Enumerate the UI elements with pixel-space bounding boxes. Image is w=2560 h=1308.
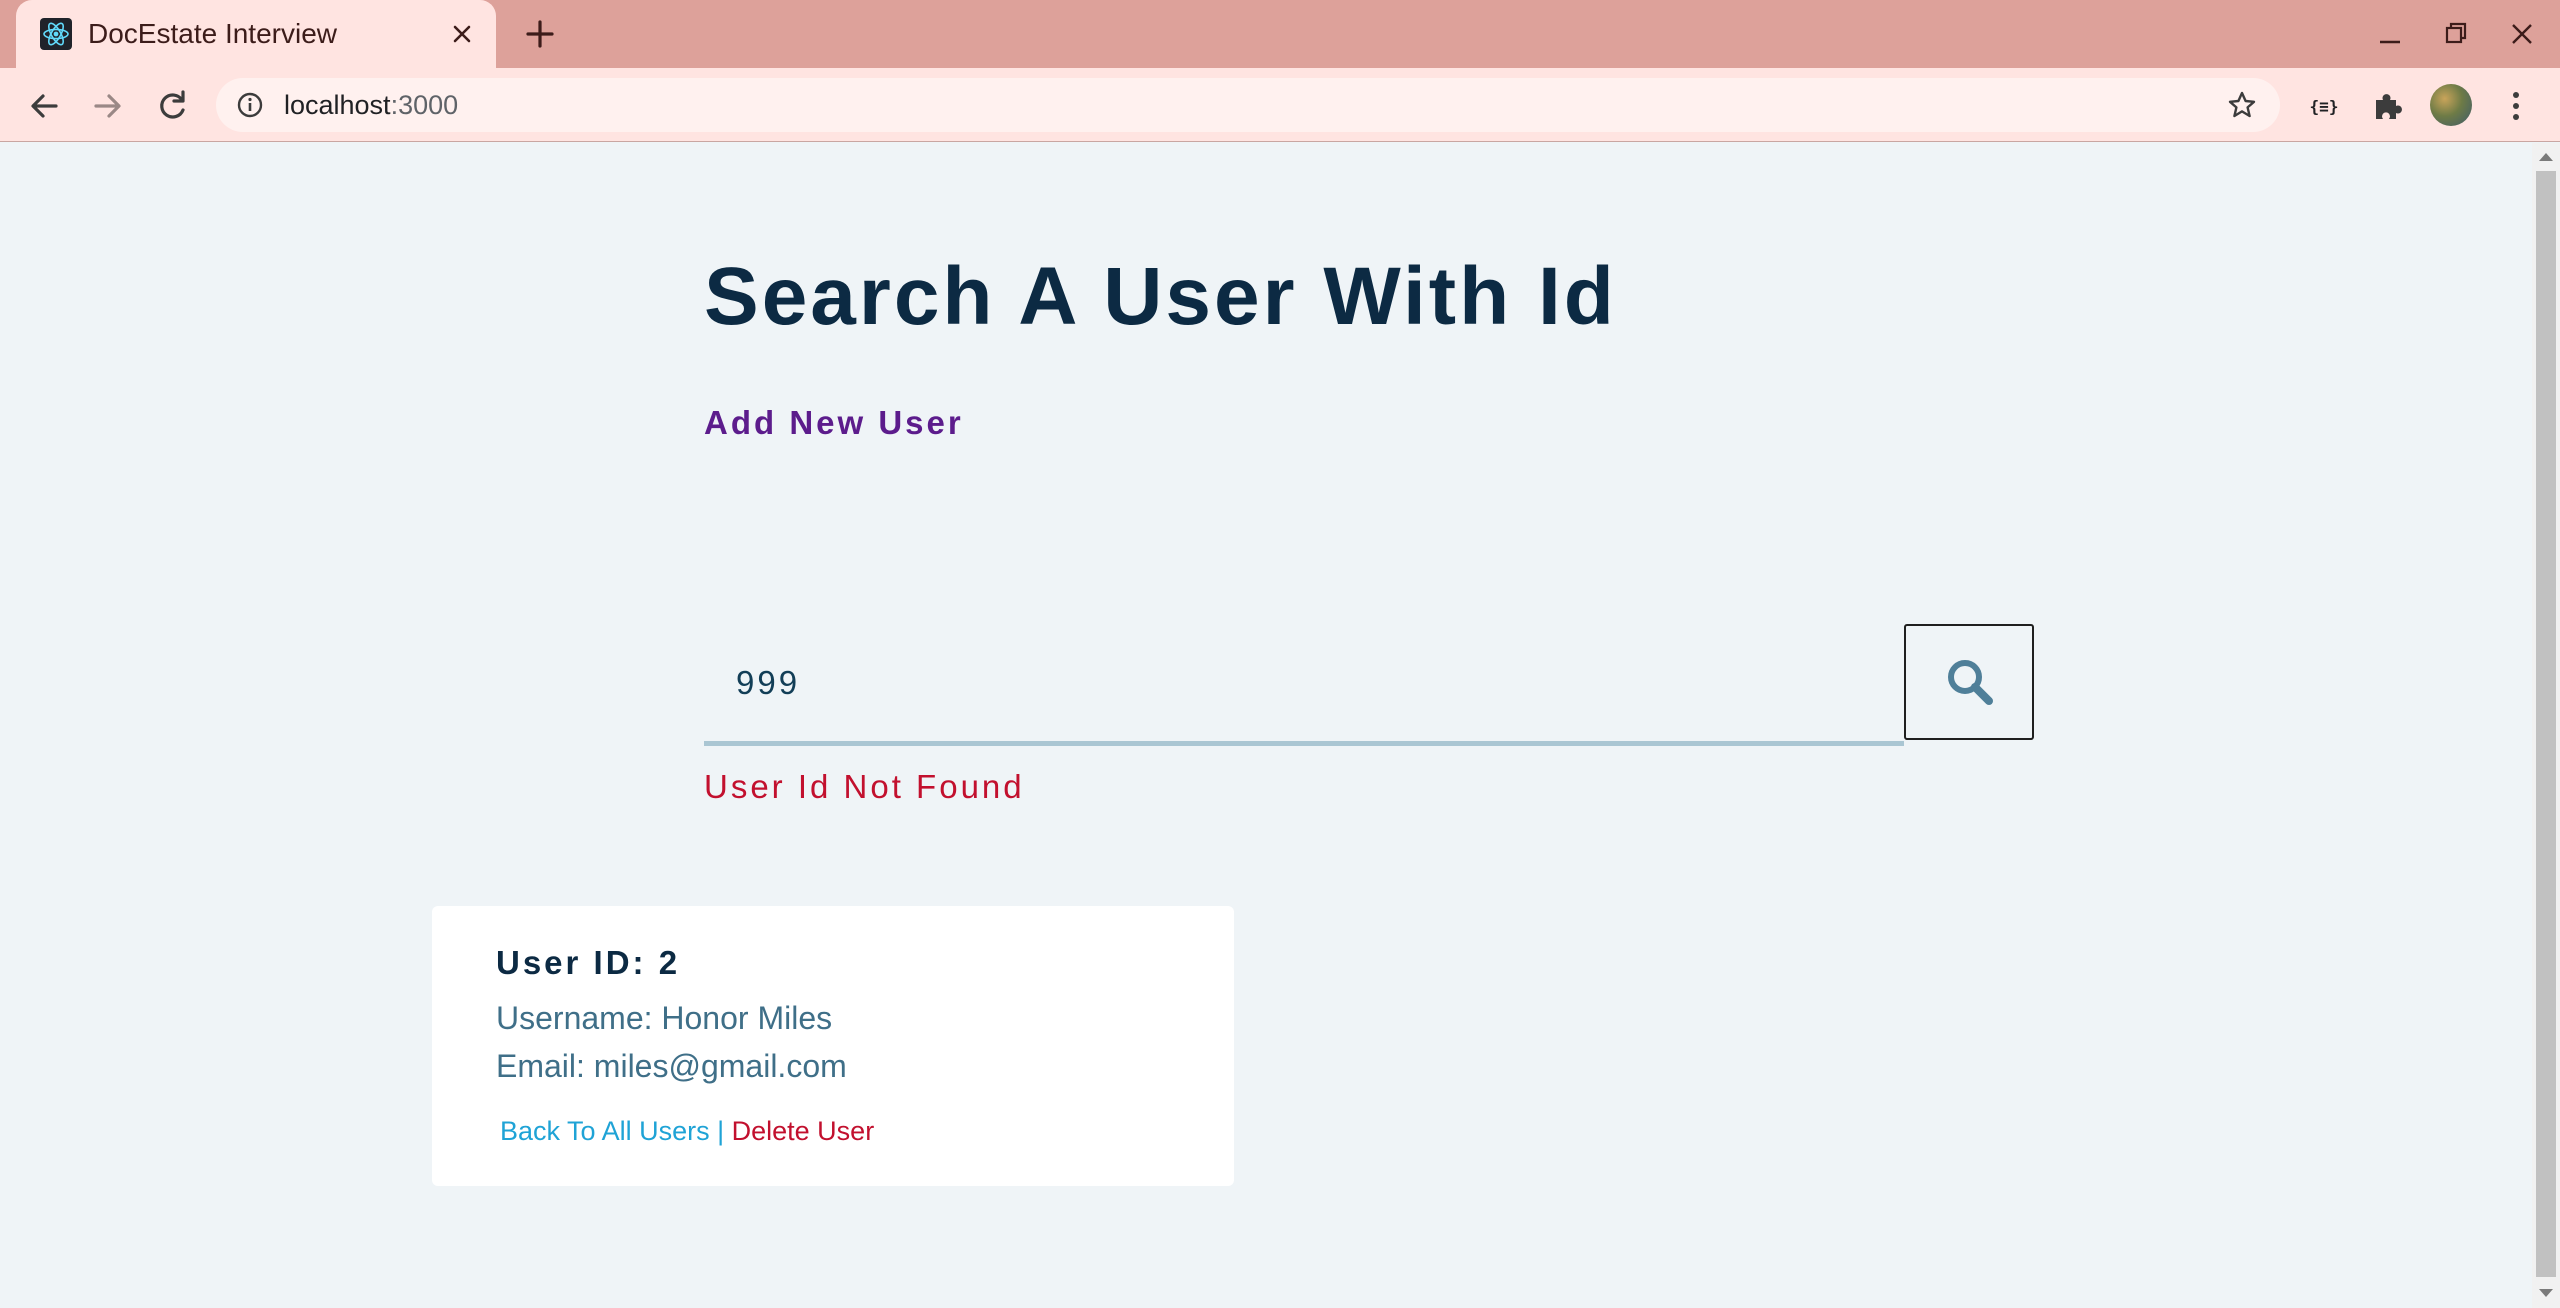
arrow-left-icon[interactable]	[24, 86, 64, 126]
user-id-label: User ID: 2	[496, 944, 681, 981]
kebab-menu-icon[interactable]	[2496, 86, 2536, 126]
plus-icon[interactable]	[522, 16, 558, 52]
email-text: Email: miles@gmail.com	[496, 1048, 847, 1084]
url-host: localhost	[284, 90, 391, 120]
minimize-icon[interactable]	[2372, 16, 2408, 52]
url-port: :3000	[390, 90, 459, 120]
address-bar[interactable]: localhost:3000	[216, 78, 2280, 132]
error-message: User Id Not Found	[704, 768, 1025, 805]
back-to-all-users-link[interactable]: Back To All Users	[500, 1116, 710, 1146]
close-icon[interactable]	[446, 18, 478, 50]
search-button[interactable]	[1904, 624, 2034, 740]
window-close-icon[interactable]	[2504, 16, 2540, 52]
arrow-right-icon[interactable]	[88, 86, 128, 126]
info-icon[interactable]	[236, 91, 264, 119]
browser-tab[interactable]: DocEstate Interview	[16, 0, 496, 68]
delete-user-link[interactable]: Delete User	[732, 1116, 875, 1146]
vertical-scrollbar[interactable]	[2532, 143, 2560, 1308]
star-icon[interactable]	[2226, 89, 2258, 121]
puzzle-icon[interactable]	[2368, 86, 2408, 126]
avatar[interactable]	[2430, 84, 2472, 126]
svg-text:{≡}: {≡}	[2310, 97, 2339, 116]
braces-icon[interactable]: {≡}	[2304, 86, 2344, 126]
tab-title: DocEstate Interview	[88, 18, 337, 49]
link-separator: |	[709, 1116, 732, 1146]
react-atom-icon	[40, 18, 72, 50]
scrollbar-thumb[interactable]	[2536, 171, 2556, 1277]
add-new-user-link[interactable]: Add New User	[704, 404, 964, 442]
reload-icon[interactable]	[152, 86, 192, 126]
browser-tabstrip: DocEstate Interview	[0, 0, 2560, 68]
magnifier-icon	[1948, 660, 1993, 705]
card-actions: Back To All Users | Delete User	[500, 1116, 874, 1147]
url-text[interactable]: localhost:3000	[284, 78, 458, 132]
user-id-search-input[interactable]	[704, 624, 1904, 746]
username-text: Username: Honor Miles	[496, 1000, 833, 1036]
scroll-down-icon[interactable]	[2539, 1289, 2553, 1297]
restore-icon[interactable]	[2438, 16, 2474, 52]
browser-toolbar: localhost:3000 {≡}	[0, 68, 2560, 142]
page-title: Search A User With Id	[704, 251, 1617, 342]
scroll-up-icon[interactable]	[2539, 153, 2553, 161]
user-card: User ID: 2 Username: Honor Miles Email: …	[432, 906, 1234, 1186]
